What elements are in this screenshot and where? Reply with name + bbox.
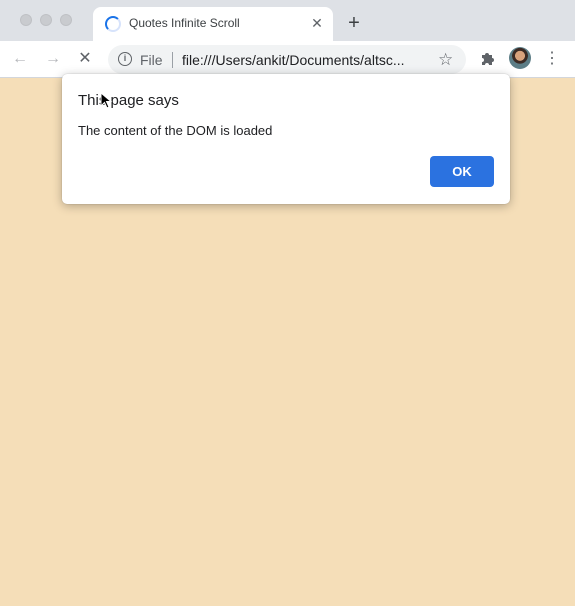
new-tab-button[interactable]: + — [344, 13, 364, 33]
minimize-window-button[interactable] — [40, 14, 52, 26]
menu-kebab-icon[interactable]: ⋮ — [544, 49, 560, 69]
tab-title: Quotes Infinite Scroll — [129, 16, 240, 30]
close-window-button[interactable] — [20, 14, 32, 26]
zoom-window-button[interactable] — [60, 14, 72, 26]
loading-spinner-icon — [105, 16, 121, 32]
bookmark-star-icon[interactable]: ☆ — [438, 50, 453, 70]
alert-dialog: This page says The content of the DOM is… — [62, 74, 510, 204]
tab-close-icon[interactable]: ✕ — [309, 15, 325, 31]
url-separator — [172, 52, 173, 68]
extensions-puzzle-icon[interactable] — [478, 49, 498, 69]
address-bar[interactable]: i File file:///Users/ankit/Documents/alt… — [108, 45, 466, 74]
url-text[interactable]: file:///Users/ankit/Documents/altsc... — [182, 52, 405, 68]
info-icon[interactable]: i — [118, 52, 132, 66]
mouse-pointer-icon — [100, 92, 113, 109]
ok-button[interactable]: OK — [430, 156, 494, 187]
back-arrow-icon[interactable]: ← — [10, 49, 30, 69]
browser-toolbar: ← → ✕ i File file:///Users/ankit/Documen… — [0, 41, 575, 78]
dialog-message: The content of the DOM is loaded — [78, 123, 273, 138]
profile-avatar[interactable] — [509, 47, 531, 69]
browser-tab[interactable]: Quotes Infinite Scroll ✕ — [93, 7, 333, 41]
stop-loading-icon[interactable]: ✕ — [75, 49, 95, 69]
url-scheme-label: File — [140, 52, 163, 68]
tab-strip: Quotes Infinite Scroll ✕ + — [0, 0, 575, 41]
forward-arrow-icon[interactable]: → — [43, 49, 63, 69]
dialog-title: This page says — [78, 92, 179, 109]
